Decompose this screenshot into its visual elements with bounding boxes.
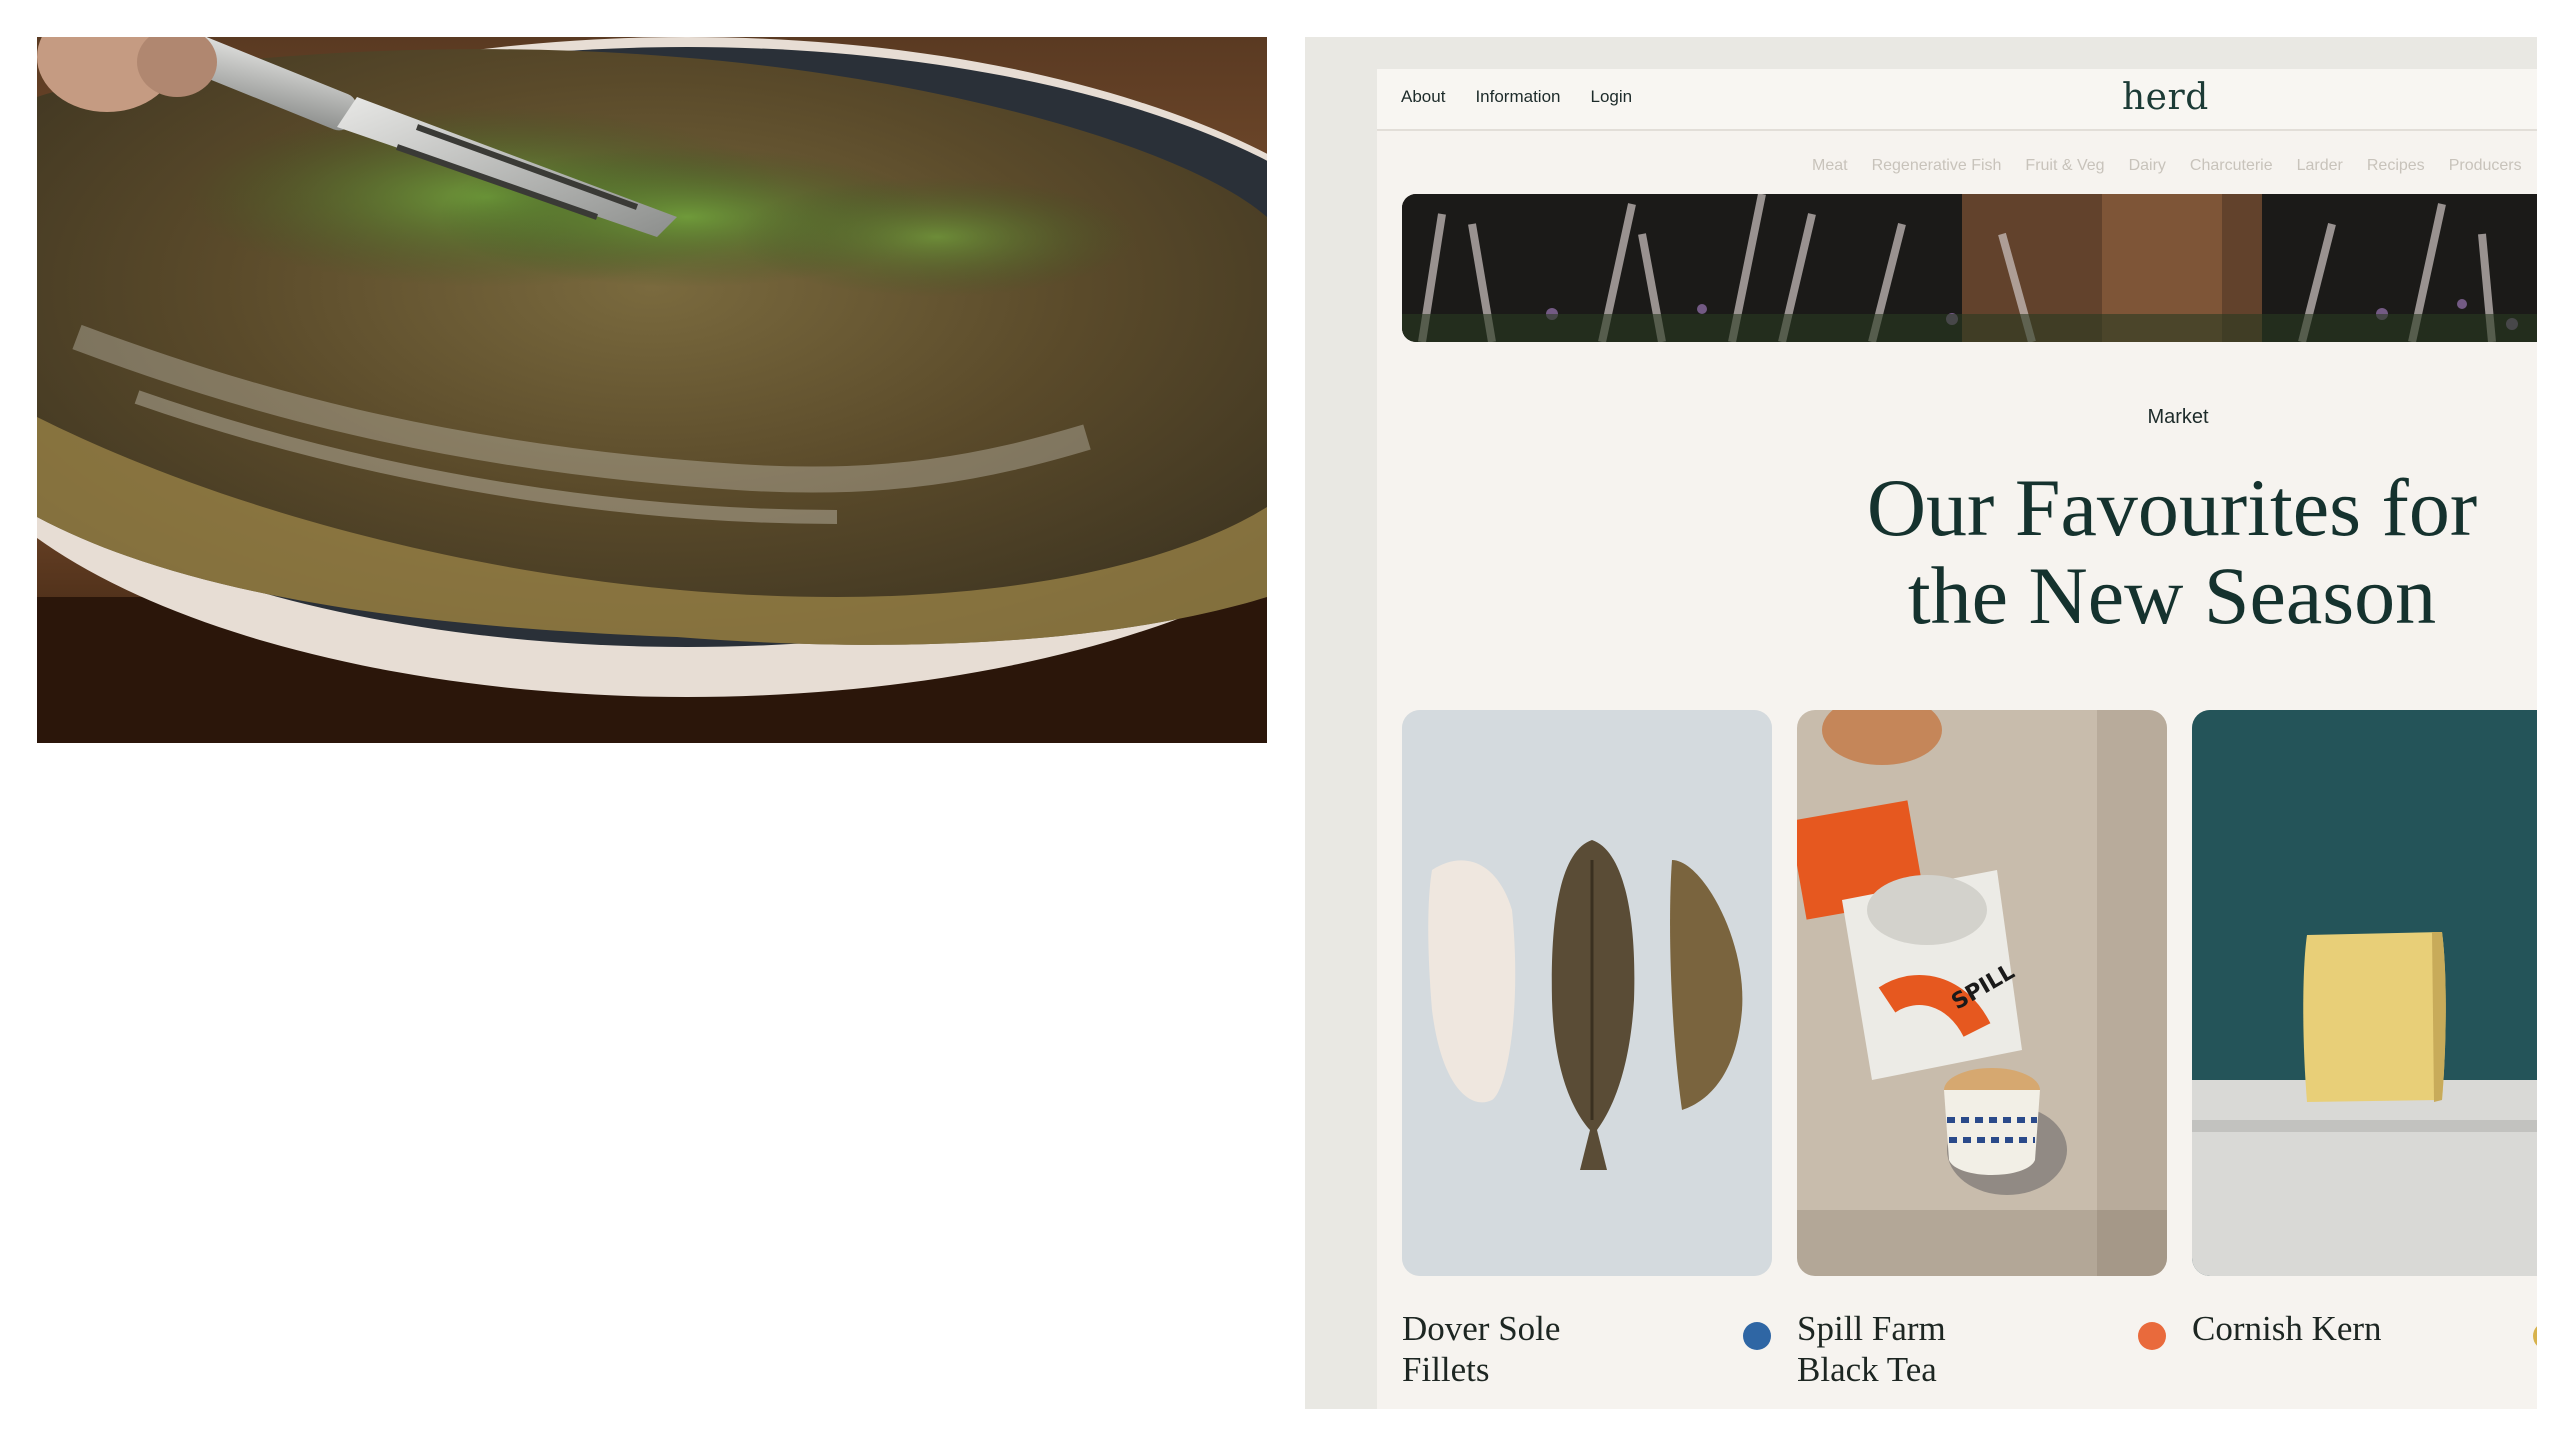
category-fruit-veg[interactable]: Fruit & Veg: [2025, 157, 2104, 175]
product-card-cornish-kern[interactable]: Cornish Kern: [2192, 710, 2537, 1350]
browser-frame: About Information Login herd Meat Regene…: [1305, 37, 2537, 1409]
product-name-line-1: Cornish Kern: [2192, 1309, 2382, 1348]
category-nav: Meat Regenerative Fish Fruit & Veg Dairy…: [1812, 157, 2522, 175]
product-name-line-2: Fillets: [1402, 1350, 1490, 1389]
cooked-fish-photo: [37, 37, 1267, 743]
product-name[interactable]: Dover Sole Fillets: [1402, 1308, 1642, 1390]
product-name-line-1: Dover Sole: [1402, 1309, 1561, 1348]
section-headline: Our Favourites for the New Season: [1847, 464, 2497, 640]
headline-line-1: Our Favourites for: [1866, 462, 2478, 553]
cornish-kern-image[interactable]: [2192, 710, 2537, 1276]
nav-about[interactable]: About: [1401, 87, 1445, 107]
product-name[interactable]: Spill Farm Black Tea: [1797, 1308, 2037, 1390]
category-producers[interactable]: Producers: [2449, 157, 2522, 175]
category-dot: [2533, 1322, 2537, 1350]
top-bar: About Information Login herd: [1377, 69, 2537, 131]
category-dairy[interactable]: Dairy: [2129, 157, 2166, 175]
section-eyebrow: Market: [2147, 406, 2209, 428]
hero-banner-image: [1402, 194, 2537, 342]
product-card-dover-sole[interactable]: Dover Sole Fillets: [1402, 710, 1772, 1389]
product-name-line-2: Black Tea: [1797, 1350, 1937, 1389]
category-recipes[interactable]: Recipes: [2367, 157, 2425, 175]
category-regenerative-fish[interactable]: Regenerative Fish: [1872, 157, 2002, 175]
logo[interactable]: herd: [2122, 77, 2209, 118]
category-larder[interactable]: Larder: [2297, 157, 2343, 175]
category-dot: [2138, 1322, 2166, 1350]
dover-sole-image[interactable]: [1402, 710, 1772, 1276]
top-nav: About Information Login: [1401, 87, 1632, 107]
category-dot: [1743, 1322, 1771, 1350]
headline-line-2: the New Season: [1907, 550, 2437, 641]
nav-information[interactable]: Information: [1475, 87, 1560, 107]
category-meat[interactable]: Meat: [1812, 157, 1848, 175]
product-name[interactable]: Cornish Kern: [2192, 1308, 2432, 1349]
spill-farm-tea-image[interactable]: SPILL: [1797, 710, 2167, 1276]
product-card-spill-farm-tea[interactable]: SPILL Spill Farm Black Tea: [1797, 710, 2167, 1389]
nav-login[interactable]: Login: [1590, 87, 1632, 107]
herd-website: About Information Login herd Meat Regene…: [1377, 69, 2537, 1409]
category-charcuterie[interactable]: Charcuterie: [2190, 157, 2273, 175]
product-name-line-1: Spill Farm: [1797, 1309, 1946, 1348]
